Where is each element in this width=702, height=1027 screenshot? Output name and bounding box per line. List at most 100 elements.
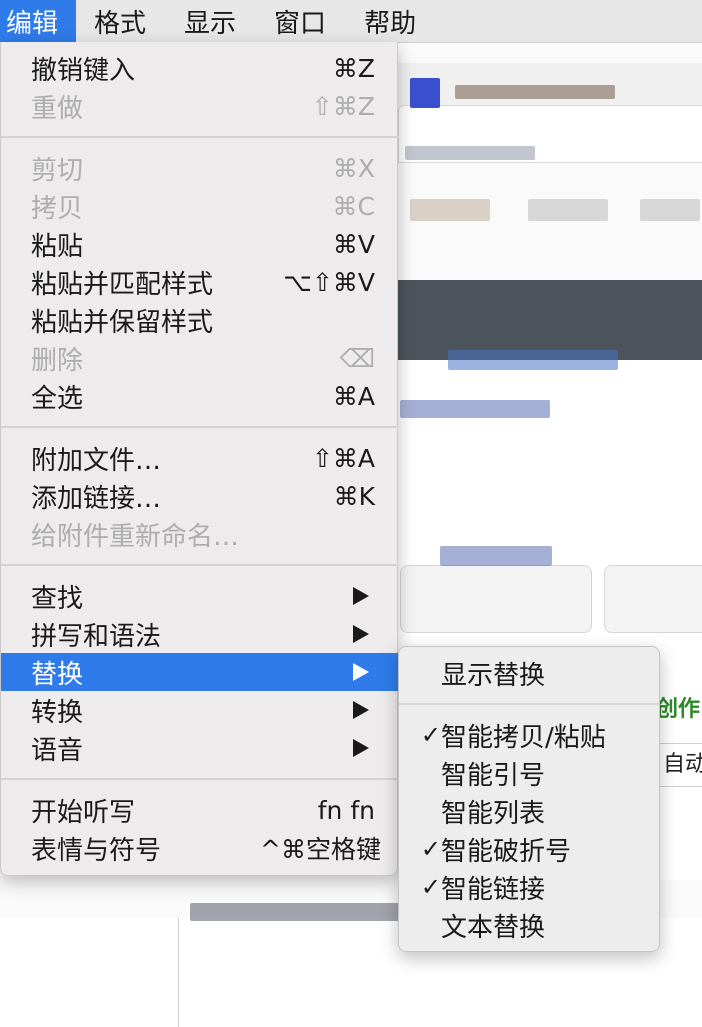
submenu-item-label: 智能拷贝/粘贴 bbox=[441, 722, 606, 753]
background-select[interactable]: 自动 bbox=[656, 743, 702, 787]
menu-item-label: 查找 bbox=[31, 583, 84, 614]
substitutions-submenu: 显示替换 ✓ 智能拷贝/粘贴 智能引号 智能列表 ✓ 智能破折号 ✓ 智能链接 … bbox=[398, 646, 660, 952]
background-blurred-bookmark bbox=[410, 199, 490, 221]
submenu-item-text-replacement[interactable]: 文本替换 bbox=[399, 906, 659, 944]
menu-item-emoji-symbols[interactable]: 表情与符号 ^⌘空格键 bbox=[1, 829, 399, 867]
menu-item-label: 拷贝 bbox=[31, 193, 84, 224]
menu-item-shortcut: ⌘K bbox=[333, 481, 375, 511]
submenu-separator bbox=[399, 703, 659, 705]
checkmark-icon: ✓ bbox=[420, 721, 441, 749]
submenu-item-smart-dashes[interactable]: ✓ 智能破折号 bbox=[399, 830, 659, 868]
background-blurred-text bbox=[455, 85, 615, 99]
menu-item-find[interactable]: 查找 bbox=[1, 577, 399, 615]
menu-item-label: 表情与符号 bbox=[31, 835, 162, 866]
menu-item-label: 剪切 bbox=[31, 155, 84, 186]
background-green-text: 创作 bbox=[656, 697, 701, 722]
menu-item-label: 粘贴并保留样式 bbox=[31, 307, 214, 338]
menu-item-transformations[interactable]: 转换 bbox=[1, 691, 399, 729]
menu-item-label: 附加文件… bbox=[31, 445, 162, 476]
menu-item-label: 重做 bbox=[31, 93, 84, 124]
submenu-item-label: 智能列表 bbox=[441, 798, 546, 829]
menu-item-label: 全选 bbox=[31, 383, 84, 414]
menu-item-shortcut: ⇧⌘Z bbox=[311, 91, 375, 121]
menu-item-delete: 删除 ⌫ bbox=[1, 339, 399, 377]
background-button[interactable] bbox=[604, 565, 702, 633]
menu-item-label: 转换 bbox=[31, 697, 84, 728]
menu-item-shortcut: ⌘V bbox=[332, 229, 375, 259]
submenu-arrow-icon bbox=[353, 587, 369, 605]
menu-item-paste-match-style[interactable]: 粘贴并匹配样式 ⌥⇧⌘V bbox=[1, 263, 399, 301]
checkmark-icon: ✓ bbox=[420, 835, 441, 863]
background-divider bbox=[178, 918, 179, 1027]
background-favicon bbox=[410, 78, 440, 108]
menu-item-paste-keep-style[interactable]: 粘贴并保留样式 bbox=[1, 301, 399, 339]
menu-item-shortcut: ⌘X bbox=[332, 153, 375, 183]
background-blurred-bookmark bbox=[640, 199, 700, 221]
menu-item-start-dictation[interactable]: 开始听写 fn fn bbox=[1, 791, 399, 829]
menu-item-shortcut: ^⌘空格键 bbox=[260, 835, 381, 864]
menu-item-cut: 剪切 ⌘X bbox=[1, 149, 399, 187]
submenu-item-label: 文本替换 bbox=[441, 912, 546, 943]
menubar-window[interactable]: 窗口 bbox=[256, 0, 346, 42]
menubar-view[interactable]: 显示 bbox=[166, 0, 256, 42]
background-blurred-link bbox=[448, 350, 618, 370]
background-dark-banner bbox=[398, 280, 702, 360]
menu-item-label: 替换 bbox=[31, 659, 84, 690]
menu-item-label: 开始听写 bbox=[31, 797, 136, 828]
background-blurred-text bbox=[405, 146, 535, 160]
menu-separator bbox=[1, 564, 399, 566]
submenu-item-label: 智能引号 bbox=[441, 760, 546, 791]
menu-item-label: 给附件重新命名… bbox=[31, 521, 240, 552]
menu-separator bbox=[1, 778, 399, 780]
menubar-help[interactable]: 帮助 bbox=[346, 0, 436, 42]
menu-item-attach-file[interactable]: 附加文件… ⇧⌘A bbox=[1, 439, 399, 477]
menu-item-shortcut: ⌥⇧⌘V bbox=[283, 267, 375, 297]
menu-bar: 编辑 格式 显示 窗口 帮助 bbox=[0, 0, 702, 43]
submenu-item-label: 显示替换 bbox=[441, 660, 546, 691]
submenu-item-smart-quotes[interactable]: 智能引号 bbox=[399, 754, 659, 792]
menu-item-copy: 拷贝 ⌘C bbox=[1, 187, 399, 225]
menu-item-label: 拼写和语法 bbox=[31, 621, 162, 652]
submenu-arrow-icon bbox=[353, 739, 369, 757]
menu-item-rename-attachment: 给附件重新命名… bbox=[1, 515, 399, 553]
menu-separator bbox=[1, 426, 399, 428]
background-blurred-bookmark bbox=[528, 199, 608, 221]
menu-item-label: 撤销键入 bbox=[31, 55, 136, 86]
menu-item-label: 语音 bbox=[31, 735, 84, 766]
submenu-item-smart-links[interactable]: ✓ 智能链接 bbox=[399, 868, 659, 906]
menu-item-undo-typing[interactable]: 撤销键入 ⌘Z bbox=[1, 49, 399, 87]
submenu-item-label: 智能破折号 bbox=[441, 836, 572, 867]
edit-menu: 撤销键入 ⌘Z 重做 ⇧⌘Z 剪切 ⌘X 拷贝 ⌘C 粘贴 ⌘V 粘贴并匹配样式… bbox=[0, 42, 399, 876]
menu-item-add-link[interactable]: 添加链接… ⌘K bbox=[1, 477, 399, 515]
menu-item-redo: 重做 ⇧⌘Z bbox=[1, 87, 399, 125]
background-blurred-link bbox=[400, 400, 550, 418]
menu-item-label: 粘贴并匹配样式 bbox=[31, 269, 214, 300]
menubar-format[interactable]: 格式 bbox=[76, 0, 166, 42]
menu-item-label: 添加链接… bbox=[31, 483, 162, 514]
menu-item-select-all[interactable]: 全选 ⌘A bbox=[1, 377, 399, 415]
submenu-item-show-substitutions[interactable]: 显示替换 bbox=[399, 654, 659, 692]
submenu-arrow-icon bbox=[353, 625, 369, 643]
background-button[interactable] bbox=[400, 565, 592, 633]
checkmark-icon: ✓ bbox=[420, 873, 441, 901]
background-blurred-text bbox=[440, 546, 552, 566]
menu-item-shortcut: ⌘C bbox=[332, 191, 375, 221]
submenu-item-smart-lists[interactable]: 智能列表 bbox=[399, 792, 659, 830]
menu-item-substitutions[interactable]: 替换 bbox=[1, 653, 399, 691]
submenu-arrow-icon bbox=[353, 701, 369, 719]
menu-item-shortcut: ⌘Z bbox=[332, 53, 375, 83]
submenu-arrow-icon bbox=[353, 663, 369, 681]
menu-separator bbox=[1, 136, 399, 138]
menu-item-shortcut: ⇧⌘A bbox=[311, 443, 375, 473]
delete-key-icon: ⌫ bbox=[339, 343, 375, 373]
menu-item-label: 删除 bbox=[31, 345, 84, 376]
menu-item-speech[interactable]: 语音 bbox=[1, 729, 399, 767]
menu-item-spelling-grammar[interactable]: 拼写和语法 bbox=[1, 615, 399, 653]
menu-item-shortcut: fn fn bbox=[317, 795, 375, 825]
background-blurred-text bbox=[190, 903, 405, 921]
menubar-edit[interactable]: 编辑 bbox=[0, 0, 77, 42]
menu-item-paste[interactable]: 粘贴 ⌘V bbox=[1, 225, 399, 263]
menu-item-shortcut: ⌘A bbox=[332, 381, 375, 411]
submenu-item-smart-copy-paste[interactable]: ✓ 智能拷贝/粘贴 bbox=[399, 716, 659, 754]
menu-item-label: 粘贴 bbox=[31, 231, 84, 262]
